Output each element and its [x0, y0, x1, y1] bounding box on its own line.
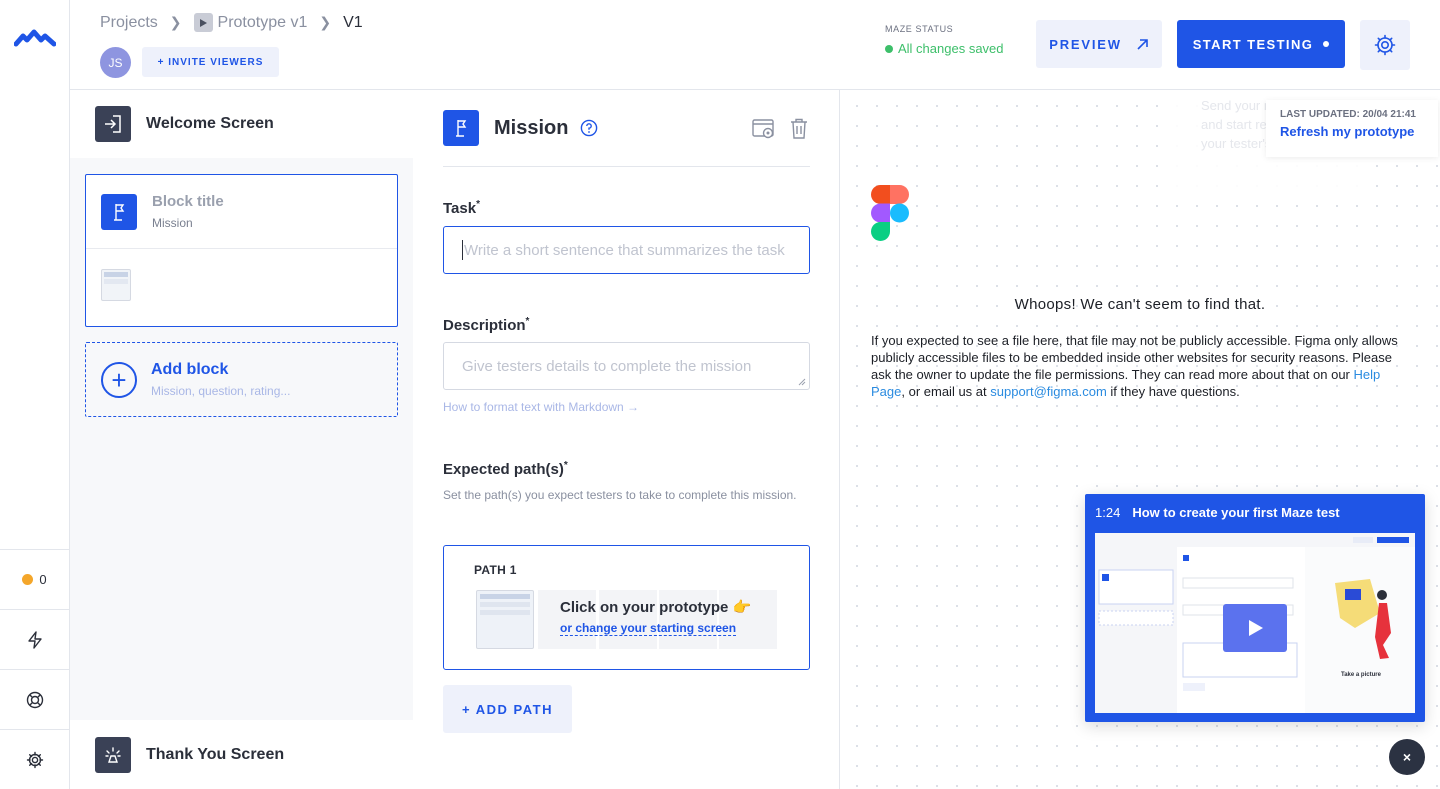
project-settings-button[interactable] [1360, 20, 1410, 70]
chevron-right-icon: ❯ [319, 14, 332, 30]
bolt-icon [27, 630, 42, 649]
play-button[interactable] [1223, 604, 1287, 652]
status-text: All changes saved [898, 41, 1004, 56]
editor-title: Mission [494, 117, 569, 139]
help-button[interactable] [0, 669, 69, 729]
updates-button[interactable] [0, 609, 69, 669]
error-text-1: If you expected to see a file here, that… [871, 333, 1398, 382]
description-textarea[interactable]: Give testers details to complete the mis… [443, 342, 810, 390]
preview-label: PREVIEW [1049, 36, 1122, 52]
blocks-panel: Welcome Screen Block title Mission + Add… [70, 90, 413, 789]
task-input[interactable]: Write a short sentence that summarizes t… [443, 226, 810, 274]
top-header: Projects ❯ Prototype v1 ❯ V1 JS + INVITE… [70, 0, 1440, 90]
maze-status: MAZE STATUS All changes saved [885, 24, 1004, 56]
video-title: How to create your first Maze test [1132, 505, 1340, 520]
video-thumbnail[interactable]: Take a picture [1095, 533, 1415, 713]
expected-paths-help: Set the path(s) you expect testers to ta… [443, 488, 797, 502]
status-dot [885, 44, 893, 53]
last-updated-card: LAST UPDATED: 20/04 21:41 Refresh my pro… [1266, 100, 1438, 157]
start-testing-label: START TESTING [1192, 36, 1314, 52]
video-duration: 1:24 [1095, 505, 1121, 520]
task-label: Task* [443, 199, 480, 217]
maze-logo-icon[interactable] [14, 28, 56, 50]
error-message: If you expected to see a file here, that… [871, 332, 1411, 400]
add-block-subtitle: Mission, question, rating... [151, 384, 291, 398]
preview-button[interactable]: PREVIEW [1036, 20, 1162, 68]
error-heading: Whoops! We can't seem to find that. [1014, 296, 1266, 313]
required-mark: * [476, 199, 480, 210]
plus-circle-icon: + [101, 361, 137, 398]
chevron-right-icon: ❯ [169, 14, 182, 30]
change-starting-screen-link[interactable]: or change your starting screen [560, 621, 737, 636]
required-mark: * [563, 460, 568, 471]
preview-block-icon[interactable] [752, 118, 776, 140]
refresh-prototype-link[interactable]: Refresh my prototype [1280, 124, 1424, 139]
error-text-2: , or email us at [901, 384, 991, 399]
tutorial-video-widget[interactable]: 1:24 How to create your first Maze test … [1085, 494, 1425, 722]
required-mark: * [525, 316, 530, 327]
gear-icon [26, 751, 43, 768]
notification-dot [22, 574, 34, 585]
add-block-button[interactable]: + Add block Mission, question, rating... [85, 342, 398, 417]
resize-handle-icon[interactable] [798, 378, 806, 386]
notifications-button[interactable]: 0 [0, 549, 69, 609]
settings-button[interactable] [0, 729, 69, 789]
path-name: PATH 1 [474, 563, 517, 577]
breadcrumb-projects[interactable]: Projects [100, 14, 158, 32]
status-value: All changes saved [885, 41, 1004, 56]
description-label: Description* [443, 316, 529, 334]
invite-viewers-button[interactable]: + INVITE VIEWERS [142, 47, 279, 77]
external-link-icon [1137, 38, 1148, 50]
svg-text:Take a picture: Take a picture [1341, 672, 1382, 678]
path-card[interactable]: PATH 1 Click on your prototype 👉 or chan… [443, 545, 810, 670]
left-rail: 0 [0, 0, 70, 789]
figma-logo-icon [871, 185, 909, 241]
mission-editor: Mission Task* Write a short sentence tha… [413, 90, 840, 789]
avatar[interactable]: JS [100, 47, 131, 78]
prototype-play-icon [193, 13, 213, 32]
lifebuoy-icon [26, 691, 43, 708]
task-placeholder: Write a short sentence that summarizes t… [464, 241, 785, 259]
screen-thumbnail [101, 269, 131, 301]
welcome-screen-label: Welcome Screen [146, 115, 274, 132]
notification-count: 0 [39, 572, 47, 587]
thank-you-screen-label: Thank You Screen [146, 745, 285, 763]
mission-flag-icon [443, 110, 479, 146]
trash-icon[interactable] [790, 118, 808, 140]
block-subtitle: Mission [152, 216, 193, 230]
breadcrumb: Projects ❯ Prototype v1 ❯ V1 [100, 13, 363, 32]
breadcrumb-version[interactable]: V1 [343, 14, 363, 32]
description-label-text: Description [443, 317, 526, 334]
celebrate-icon [95, 736, 131, 773]
task-label-text: Task [443, 200, 477, 217]
block-title: Block title [152, 193, 224, 210]
status-dot [1323, 41, 1330, 47]
gear-icon [1374, 34, 1396, 56]
enter-icon [95, 106, 131, 142]
thank-you-screen-item[interactable]: Thank You Screen [70, 720, 413, 789]
status-label: MAZE STATUS [885, 24, 954, 34]
video-header: 1:24 How to create your first Maze test [1095, 505, 1340, 520]
mission-block-card[interactable]: Block title Mission [85, 174, 398, 327]
markdown-help-link[interactable]: How to format text with Markdown → [443, 400, 639, 414]
click-prototype-prompt: Click on your prototype 👉 [560, 599, 752, 616]
welcome-screen-item[interactable]: Welcome Screen [70, 90, 413, 158]
breadcrumb-prototype[interactable]: Prototype v1 [218, 14, 308, 32]
text-caret [462, 240, 463, 260]
start-screen-thumbnail [476, 590, 534, 649]
play-icon [1249, 620, 1263, 636]
question-circle-icon[interactable] [580, 119, 598, 137]
add-block-title: Add block [151, 361, 229, 378]
close-video-button[interactable]: × [1389, 739, 1425, 775]
add-path-button[interactable]: + ADD PATH [443, 685, 572, 733]
support-email-link[interactable]: support@figma.com [990, 384, 1107, 399]
expected-paths-label: Expected path(s)* [443, 460, 568, 478]
last-updated-label: LAST UPDATED: 20/04 21:41 [1280, 109, 1416, 120]
description-placeholder: Give testers details to complete the mis… [462, 357, 752, 375]
error-text-3: if they have questions. [1106, 384, 1240, 399]
editor-header: Mission [443, 110, 810, 167]
start-testing-button[interactable]: START TESTING [1177, 20, 1345, 68]
expected-paths-label-text: Expected path(s) [443, 461, 564, 478]
mission-flag-icon [101, 193, 137, 230]
